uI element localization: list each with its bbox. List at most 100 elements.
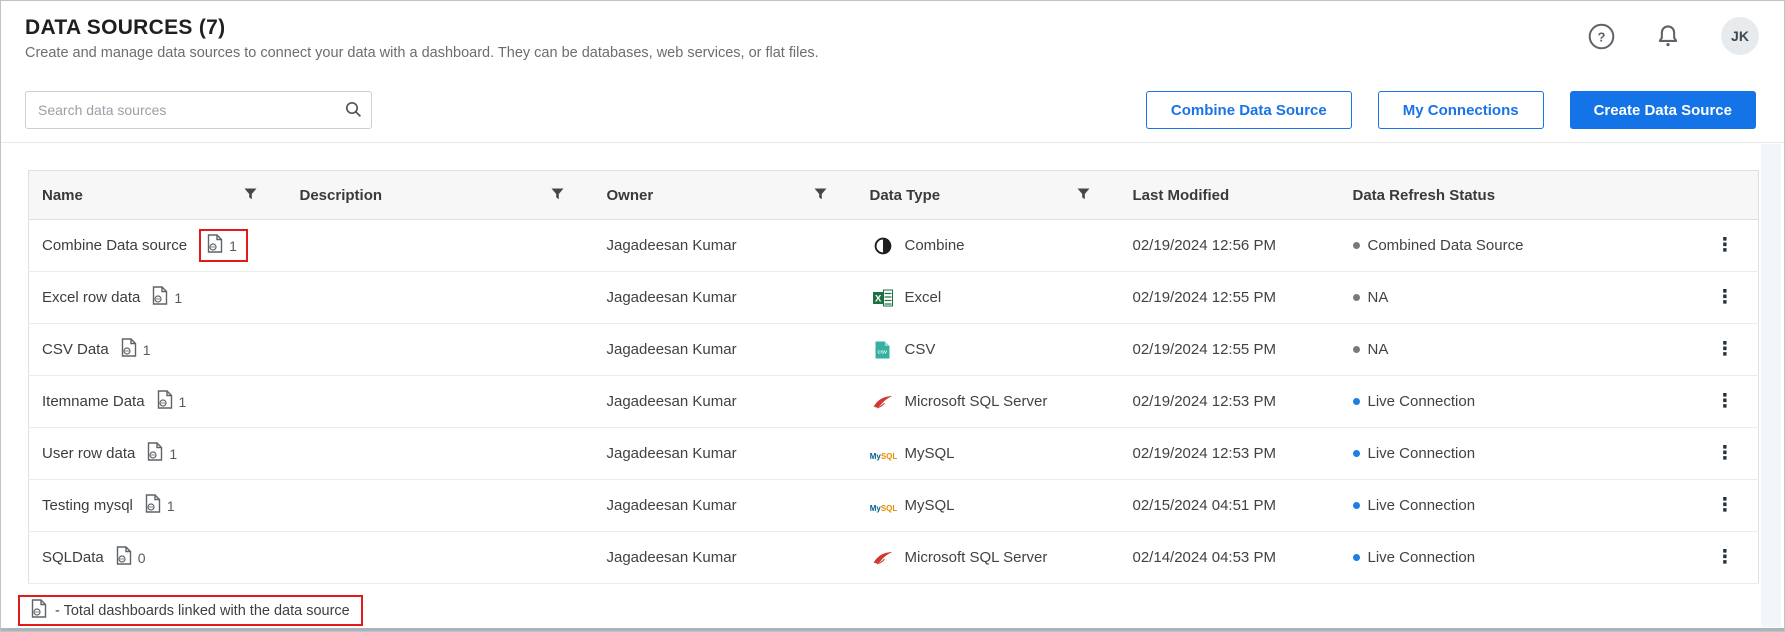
linked-dashboards-badge: 0	[116, 546, 146, 569]
linked-dashboards-icon	[207, 234, 223, 257]
datasource-name[interactable]: Itemname Data	[42, 393, 145, 410]
toolbar-buttons: Combine Data Source My Connections Creat…	[1145, 91, 1756, 129]
last-modified: 02/19/2024 12:55 PM	[1132, 289, 1276, 306]
kebab-menu-icon[interactable]: ⋮	[1715, 548, 1734, 567]
column-header-name[interactable]: Name	[29, 171, 287, 220]
datasource-name[interactable]: Combine Data source	[42, 237, 187, 254]
table-row[interactable]: Itemname Data 1 Jagadeesan Kumar Microso…	[28, 375, 1759, 428]
mysql-icon: MySQL	[869, 503, 898, 513]
status-dot	[1352, 346, 1360, 353]
excel-icon: X	[870, 289, 896, 307]
status-dot	[1352, 398, 1360, 405]
page-header: DATA SOURCES (7) Create and manage data …	[25, 16, 819, 61]
table-row[interactable]: CSV Data 1 Jagadeesan Kumar CSV CSV 02/1…	[28, 323, 1759, 376]
data-type-label: CSV	[904, 341, 936, 358]
owner-name: Jagadeesan Kumar	[606, 341, 737, 358]
window-bottom-edge	[1, 628, 1784, 631]
linked-dashboards-icon	[145, 494, 161, 517]
owner-name: Jagadeesan Kumar	[606, 289, 737, 306]
data-type-label: Microsoft SQL Server	[904, 393, 1048, 410]
datasource-name[interactable]: CSV Data	[42, 341, 109, 358]
data-type-label: Excel	[904, 289, 942, 306]
linked-dashboards-badge: 1	[157, 390, 187, 413]
linked-dashboards-count: 1	[166, 497, 175, 514]
help-icon[interactable]: ?	[1588, 23, 1615, 50]
linked-dashboards-count: 1	[178, 393, 187, 410]
last-modified: 02/15/2024 04:51 PM	[1132, 497, 1276, 514]
last-modified: 02/19/2024 12:56 PM	[1132, 237, 1276, 254]
status-dot	[1352, 554, 1360, 561]
column-header-owner[interactable]: Owner	[594, 171, 857, 220]
status-label: Live Connection	[1367, 549, 1476, 566]
table-header-row: Name Description Owner Data Type Last Mo…	[28, 170, 1759, 220]
kebab-menu-icon[interactable]: ⋮	[1715, 236, 1734, 255]
table-row[interactable]: SQLData 0 Jagadeesan Kumar Microsoft SQL…	[28, 531, 1759, 584]
datasource-name[interactable]: Excel row data	[42, 289, 140, 306]
table-row[interactable]: User row data 1 Jagadeesan Kumar MySQL M…	[28, 427, 1759, 480]
page-subtitle: Create and manage data sources to connec…	[25, 45, 819, 61]
column-header-data-refresh-status[interactable]: Data Refresh Status	[1340, 171, 1692, 220]
linked-dashboards-count: 1	[169, 445, 178, 462]
status-label: Live Connection	[1367, 393, 1476, 410]
page-title: DATA SOURCES (7)	[25, 16, 226, 39]
owner-name: Jagadeesan Kumar	[606, 497, 737, 514]
notifications-bell-icon[interactable]	[1655, 23, 1681, 50]
status-label: Live Connection	[1367, 445, 1476, 462]
datasource-name[interactable]: User row data	[42, 445, 135, 462]
top-right-actions: ? JK	[1588, 17, 1759, 55]
search-input[interactable]	[25, 91, 372, 129]
linked-dashboards-icon	[147, 442, 163, 465]
last-modified: 02/19/2024 12:55 PM	[1132, 341, 1276, 358]
table-row[interactable]: Combine Data source 1 Jagadeesan Kumar C…	[28, 219, 1759, 272]
linked-dashboards-badge: 1	[121, 338, 151, 361]
linked-dashboards-badge: 1	[145, 494, 175, 517]
table-row[interactable]: Excel row data 1 Jagadeesan Kumar X Exce…	[28, 271, 1759, 324]
column-header-data-type[interactable]: Data Type	[857, 171, 1120, 220]
owner-name: Jagadeesan Kumar	[606, 393, 737, 410]
status-label: NA	[1367, 341, 1389, 358]
csv-icon: CSV	[870, 341, 896, 359]
status-dot	[1352, 450, 1360, 457]
create-data-source-button[interactable]: Create Data Source	[1569, 91, 1756, 129]
scrollbar-track[interactable]	[1761, 144, 1781, 627]
filter-icon[interactable]	[244, 187, 257, 204]
column-header-last-modified[interactable]: Last Modified	[1120, 171, 1340, 220]
toolbar: Combine Data Source My Connections Creat…	[25, 91, 1756, 129]
search-icon[interactable]	[345, 101, 362, 123]
status-label: Combined Data Source	[1367, 237, 1524, 254]
kebab-menu-icon[interactable]: ⋮	[1715, 340, 1734, 359]
linked-dashboards-icon	[121, 338, 137, 361]
avatar[interactable]: JK	[1721, 17, 1759, 55]
svg-text:X: X	[875, 293, 882, 304]
filter-icon[interactable]	[1077, 187, 1090, 204]
highlight-box: 1	[199, 229, 248, 262]
toolbar-divider	[1, 142, 1784, 143]
filter-icon[interactable]	[551, 187, 564, 204]
datasource-name[interactable]: SQLData	[42, 549, 104, 566]
status-label: Live Connection	[1367, 497, 1476, 514]
kebab-menu-icon[interactable]: ⋮	[1715, 444, 1734, 463]
owner-name: Jagadeesan Kumar	[606, 237, 737, 254]
table-row[interactable]: Testing mysql 1 Jagadeesan Kumar MySQL M…	[28, 479, 1759, 532]
datasource-name[interactable]: Testing mysql	[42, 497, 133, 514]
owner-name: Jagadeesan Kumar	[606, 549, 737, 566]
filter-icon[interactable]	[814, 187, 827, 204]
owner-name: Jagadeesan Kumar	[606, 445, 737, 462]
my-connections-button[interactable]: My Connections	[1377, 91, 1544, 129]
sql-server-icon	[870, 394, 896, 410]
svg-text:CSV: CSV	[878, 349, 888, 354]
linked-dashboards-icon	[31, 599, 47, 622]
kebab-menu-icon[interactable]: ⋮	[1715, 496, 1734, 515]
column-header-actions	[1692, 171, 1759, 220]
last-modified: 02/14/2024 04:53 PM	[1132, 549, 1276, 566]
status-dot	[1352, 242, 1360, 249]
combine-data-source-button[interactable]: Combine Data Source	[1145, 91, 1352, 129]
kebab-menu-icon[interactable]: ⋮	[1715, 288, 1734, 307]
data-type-label: MySQL	[904, 497, 955, 514]
kebab-menu-icon[interactable]: ⋮	[1715, 392, 1734, 411]
last-modified: 02/19/2024 12:53 PM	[1132, 445, 1276, 462]
svg-text:?: ?	[1598, 29, 1606, 44]
column-header-description[interactable]: Description	[287, 171, 594, 220]
sql-server-icon	[870, 550, 896, 566]
linked-dashboards-legend: - Total dashboards linked with the data …	[18, 595, 363, 626]
